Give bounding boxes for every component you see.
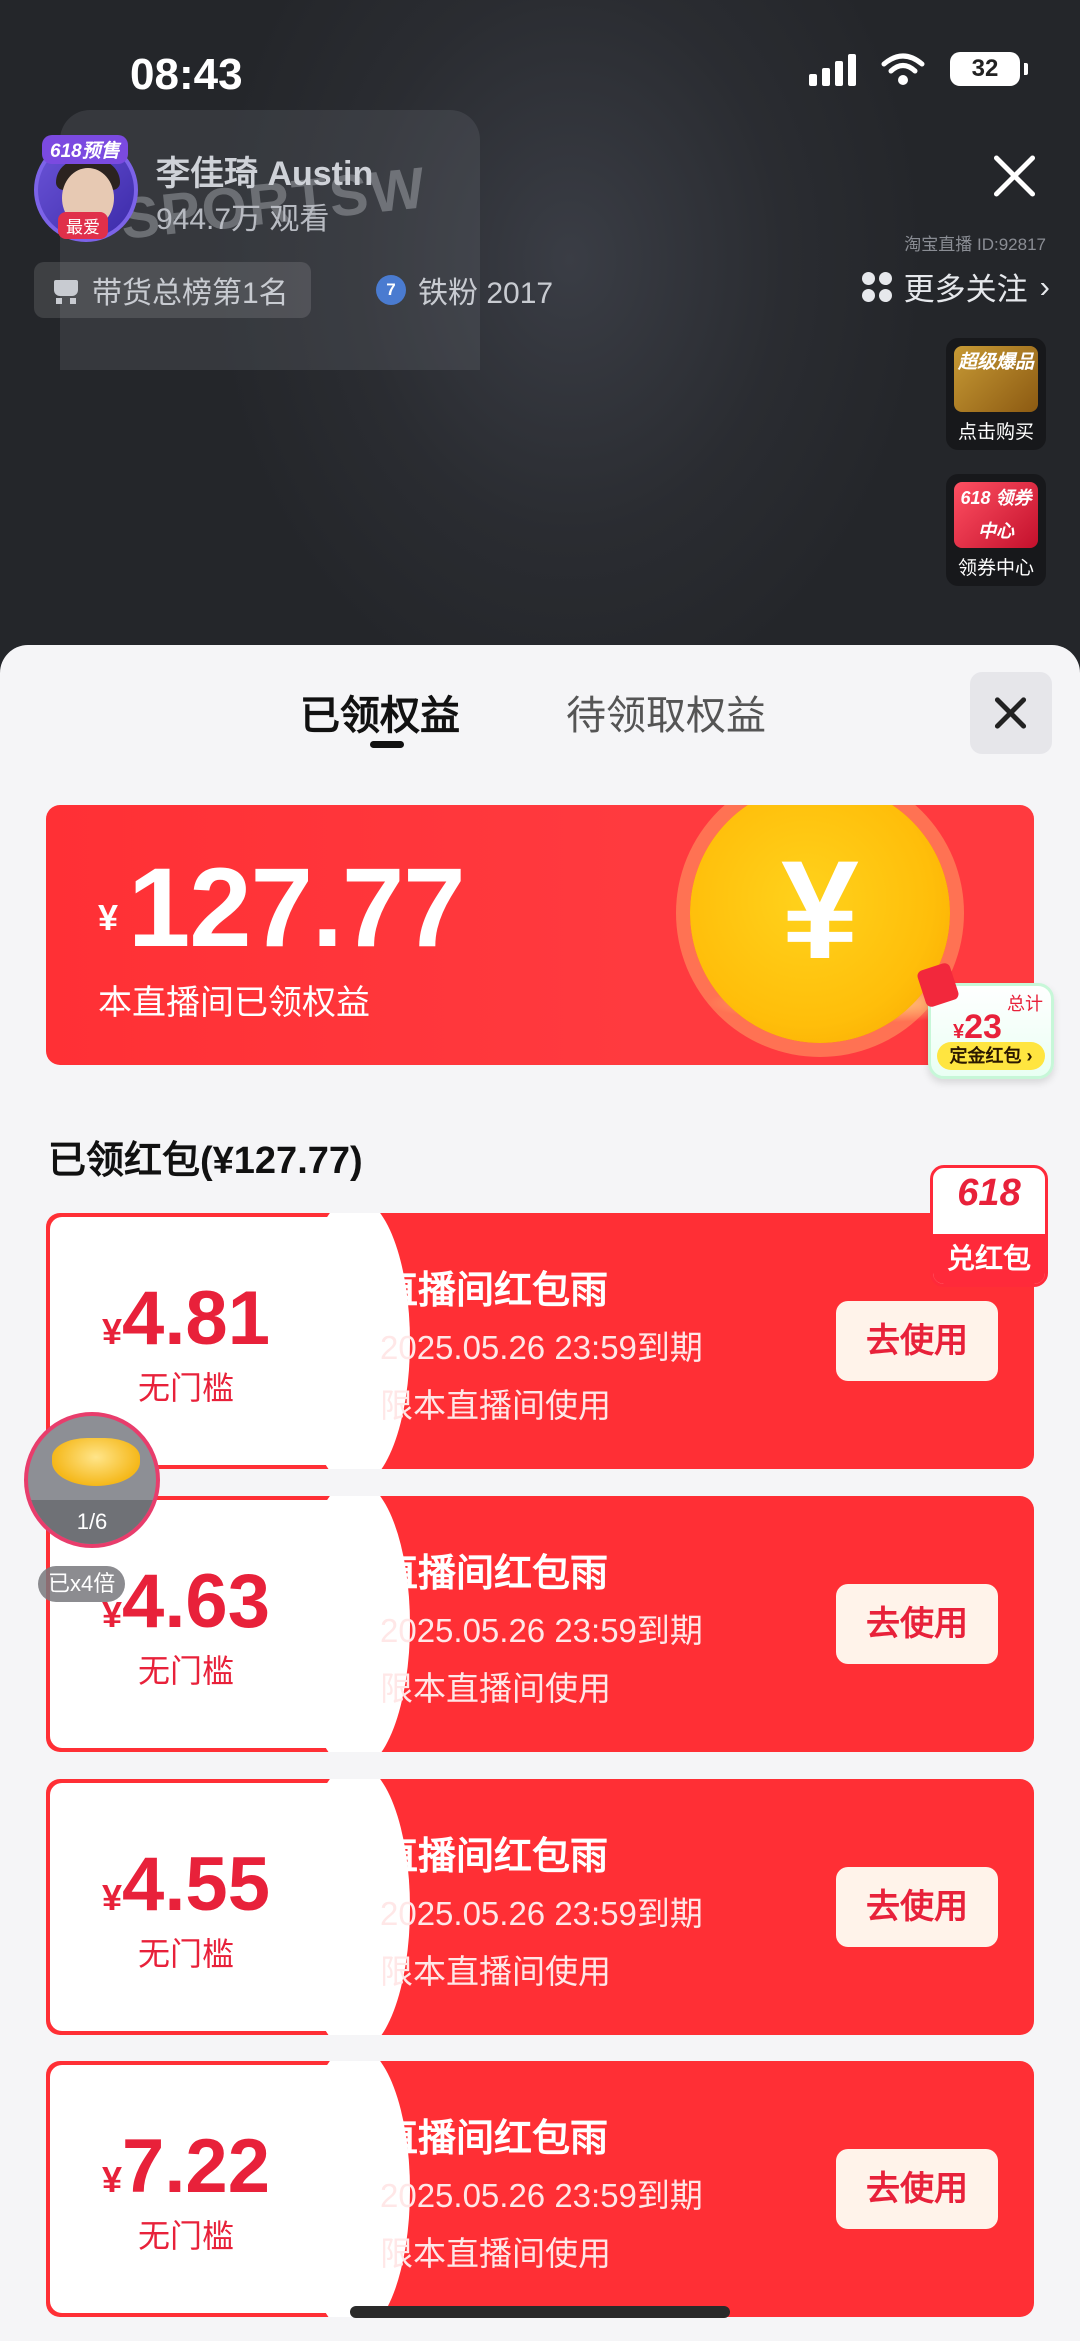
coupon-amount: 4.63: [122, 1559, 270, 1644]
deposit-label: 定金红包 ›: [937, 1042, 1045, 1070]
cellular-signal-icon: [809, 52, 856, 86]
promo-title: 超级爆品: [957, 352, 1034, 373]
chevron-right-icon: ›: [1039, 268, 1050, 304]
promo-coupon-center[interactable]: 618 领券中心 领券中心: [946, 474, 1046, 586]
coupon-amount: 4.81: [122, 1276, 270, 1361]
gold-ingot-icon: [52, 1438, 140, 1486]
home-indicator[interactable]: [350, 2306, 730, 2318]
coupon-card: ¥7.22 无门槛 直播间红包雨 2025.05.26 23:59到期 限本直播…: [46, 2061, 1034, 2317]
task-progress: 1/6: [28, 1500, 156, 1544]
rank-label: 带货总榜第1名: [92, 277, 289, 310]
rank-chip[interactable]: 带货总榜第1名: [34, 262, 311, 318]
badge-618-line2: 兑红包: [933, 1234, 1045, 1284]
coupon-card: ¥4.55 无门槛 直播间红包雨 2025.05.26 23:59到期 限本直播…: [46, 1779, 1034, 2035]
promo-super-item[interactable]: 超级爆品 点击购买: [946, 338, 1046, 450]
multiplier-badge: 已x4倍: [38, 1566, 126, 1602]
claimed-list-title: 已领红包(¥127.77): [48, 1140, 363, 1182]
promo-caption: 点击购买: [957, 422, 1034, 443]
use-coupon-button[interactable]: 去使用: [836, 2149, 998, 2229]
deposit-currency: ¥: [953, 1021, 965, 1043]
summary-currency: ¥: [98, 897, 119, 938]
fan-level-chip[interactable]: 7 铁粉 2017: [376, 262, 553, 318]
coupon-amount: 4.55: [122, 1842, 270, 1927]
coupon-condition: 无门槛: [137, 1936, 234, 1972]
viewer-count: 944.7万 观看: [156, 203, 330, 236]
grid-icon: [861, 271, 892, 302]
coupon-condition: 无门槛: [137, 1653, 234, 1689]
promo-caption: 领券中心: [957, 558, 1034, 579]
deposit-value: 23: [964, 1008, 1002, 1046]
coupon-title: 直播间红包雨: [380, 1553, 609, 1595]
deposit-total-label: 总计: [1007, 994, 1043, 1014]
live-video-background: SPORTSW: [0, 0, 1080, 700]
coupon-scope: 限本直播间使用: [380, 1387, 611, 1424]
promo-title: 618 领券中心: [960, 488, 1032, 541]
avatar-tag: 最爱: [58, 212, 108, 239]
618-exchange-badge[interactable]: 618 兑红包: [930, 1165, 1048, 1287]
coupon-title: 直播间红包雨: [380, 2118, 609, 2160]
use-coupon-button[interactable]: 去使用: [836, 1301, 998, 1381]
status-indicators: 32: [809, 52, 1028, 86]
badge-618-line1: 618: [957, 1172, 1021, 1214]
benefit-summary-card: ¥ 127.77 本直播间已领权益 ¥: [46, 805, 1034, 1065]
more-follow-label: 更多关注: [903, 272, 1028, 307]
deposit-redpacket-badge[interactable]: 总计 ¥23 定金红包 ›: [915, 961, 1054, 1079]
host-name[interactable]: 李佳琦 Austin: [156, 146, 373, 195]
coupon-card: ¥4.81 无门槛 直播间红包雨 2025.05.26 23:59到期 限本直播…: [46, 1213, 1034, 1469]
coupon-condition: 无门槛: [137, 1370, 234, 1406]
use-coupon-button[interactable]: 去使用: [836, 1867, 998, 1947]
avatar-618-badge: 618预售: [42, 135, 128, 164]
coupon-currency: ¥: [102, 1877, 123, 1918]
close-live-button[interactable]: [986, 148, 1042, 204]
fan-label: 铁粉 2017: [418, 277, 554, 310]
coupon-expiry: 2025.05.26 23:59到期: [380, 1612, 703, 1649]
sheet-tabs: 已领权益 待领取权益: [0, 645, 1080, 765]
summary-label: 本直播间已领权益: [98, 984, 370, 1022]
coupon-title: 直播间红包雨: [380, 1836, 609, 1878]
tab-pending-benefits[interactable]: 待领取权益: [566, 683, 766, 741]
more-follow-button[interactable]: 更多关注 ›: [861, 264, 1050, 309]
coupon-amount: 7.22: [122, 2124, 270, 2209]
summary-amount: 127.77: [128, 845, 466, 970]
active-tab-indicator: [370, 741, 404, 748]
coupon-scope: 限本直播间使用: [380, 1670, 611, 1707]
coupon-title: 直播间红包雨: [380, 1270, 609, 1312]
battery-icon: 32: [950, 52, 1028, 86]
coupon-expiry: 2025.05.26 23:59到期: [380, 2177, 703, 2214]
fan-level-icon: 7: [376, 275, 406, 305]
sheet-close-button[interactable]: [970, 672, 1052, 754]
coupon-card: ¥4.63 无门槛 直播间红包雨 2025.05.26 23:59到期 限本直播…: [46, 1496, 1034, 1752]
coupon-currency: ¥: [102, 2159, 123, 2200]
coupon-scope: 限本直播间使用: [380, 1953, 611, 1990]
benefits-sheet: 已领权益 待领取权益 ¥ 127.77 本直播间已领权益 ¥ 总计 ¥23 定金…: [0, 645, 1080, 2341]
coupon-condition: 无门槛: [137, 2218, 234, 2254]
coupon-expiry: 2025.05.26 23:59到期: [380, 1329, 703, 1366]
use-coupon-button[interactable]: 去使用: [836, 1584, 998, 1664]
room-id: 淘宝直播 ID:92817: [904, 235, 1046, 254]
tab-claimed-benefits[interactable]: 已领权益: [300, 683, 460, 741]
coupon-currency: ¥: [102, 1311, 123, 1352]
gold-ingot-task-widget[interactable]: 1/6: [24, 1412, 160, 1548]
wifi-icon: [881, 53, 925, 85]
cart-icon: [50, 276, 82, 304]
coupon-scope: 限本直播间使用: [380, 2235, 611, 2272]
coupon-expiry: 2025.05.26 23:59到期: [380, 1895, 703, 1932]
status-time: 08:43: [130, 50, 243, 99]
